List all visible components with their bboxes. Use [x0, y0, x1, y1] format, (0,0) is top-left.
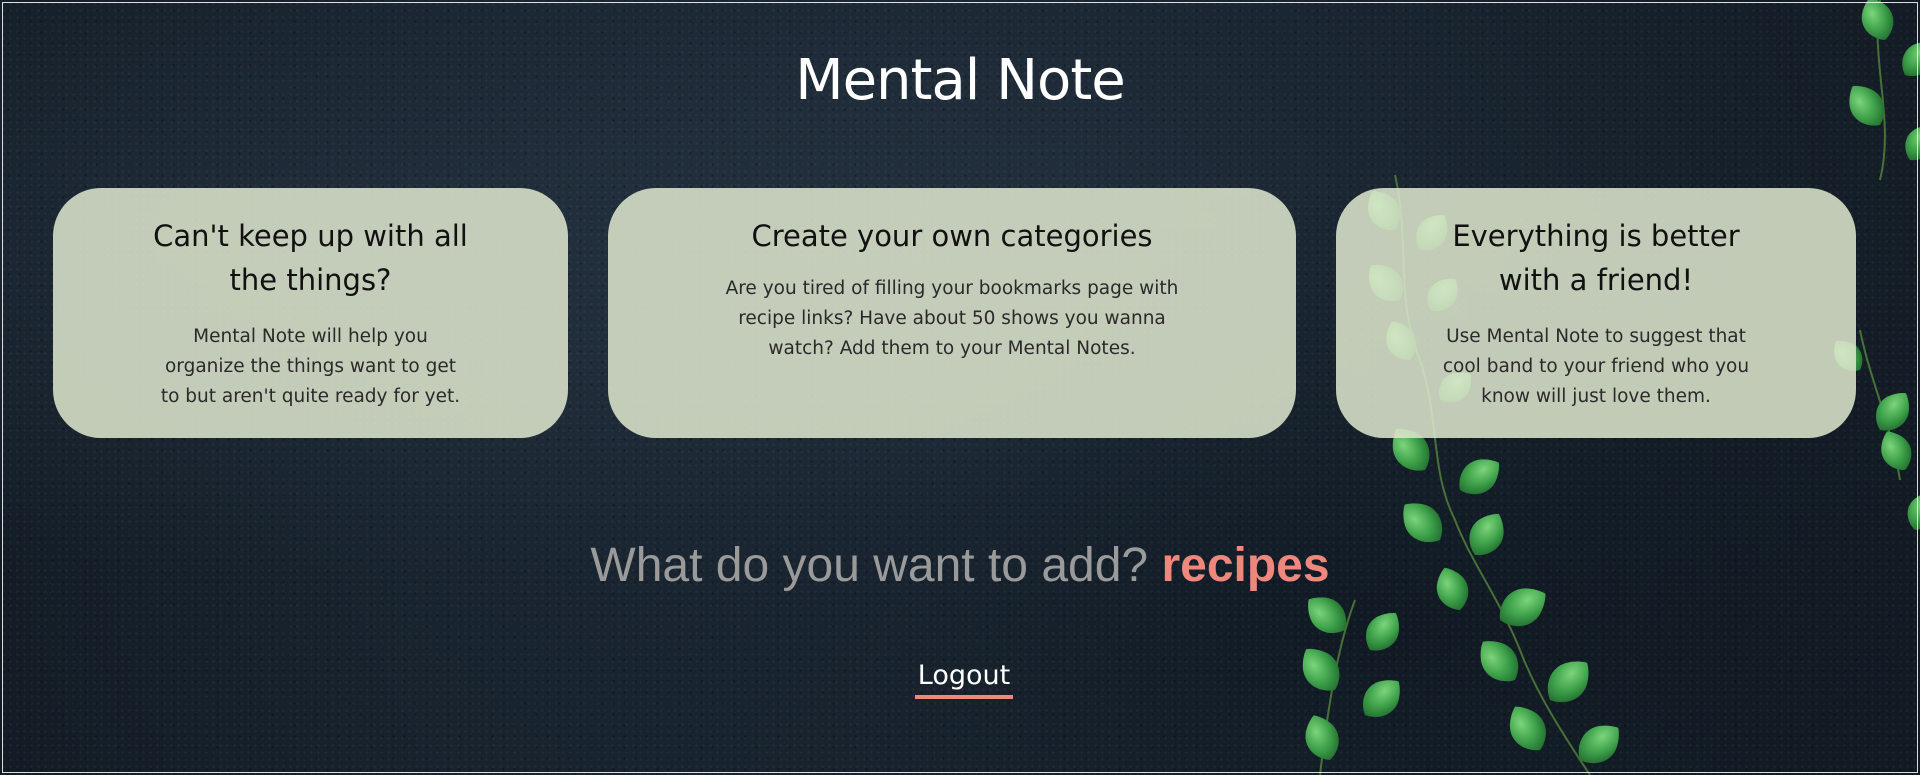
- feature-card-keep-up: Can't keep up with all the things? Menta…: [53, 188, 568, 438]
- feature-card-categories: Create your own categories Are you tired…: [608, 188, 1296, 438]
- card-body: Use Mental Note to suggest that cool ban…: [1442, 326, 1750, 407]
- card-heading: Everything is better with a friend!: [1452, 219, 1740, 297]
- app-title: Mental Note: [795, 48, 1125, 113]
- card-body: Mental Note will help you organize the t…: [160, 326, 461, 407]
- card-heading: Can't keep up with all the things?: [153, 219, 468, 297]
- card-heading: Create your own categories: [751, 219, 1153, 253]
- rotating-category-word: recipes: [1161, 539, 1330, 592]
- add-prompt: What do you want to add? recipes: [0, 538, 1920, 593]
- card-body: Are you tired of filling your bookmarks …: [725, 278, 1179, 359]
- add-prompt-text: What do you want to add?: [590, 539, 1149, 592]
- feature-card-friend: Everything is better with a friend! Use …: [1336, 188, 1856, 438]
- logout-link[interactable]: Logout: [915, 660, 1013, 699]
